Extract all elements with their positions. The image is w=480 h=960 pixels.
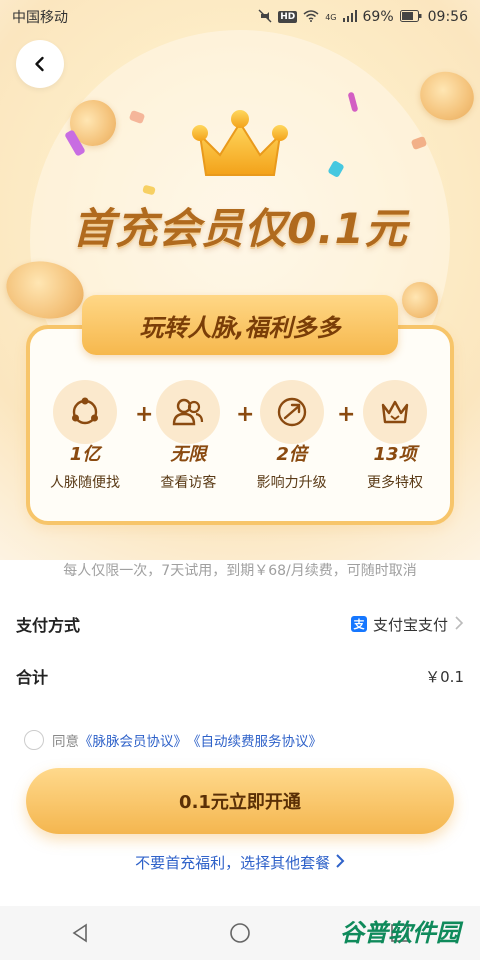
tagline-banner: 玩转人脉,福利多多	[82, 295, 398, 355]
back-button[interactable]	[16, 40, 64, 88]
benefit-item: 无限 查看访客	[143, 380, 233, 492]
network-type: 4G	[325, 12, 337, 22]
payment-method-row[interactable]: 支付方式 支 支付宝支付	[16, 612, 464, 636]
total-amount: ￥0.1	[425, 667, 464, 686]
battery-icon	[399, 9, 422, 25]
payment-method-value: 支付宝支付	[372, 615, 448, 634]
plus-icon: +	[135, 402, 154, 427]
agreement-prefix: 同意	[52, 734, 79, 750]
total-label: 合计	[16, 668, 49, 687]
benefit-label: 查看访客	[160, 475, 217, 491]
benefit-item: 2倍 影响力升级	[247, 380, 337, 492]
member-agreement-link[interactable]: 《脉脉会员协议》	[79, 730, 187, 750]
agreement-row: 同意 《脉脉会员协议》 《自动续费服务协议》	[24, 730, 322, 750]
payment-method-selector[interactable]: 支 支付宝支付	[350, 614, 464, 635]
crown-privilege-icon	[362, 380, 427, 444]
benefits-list: 1亿 人脉随便找 无限 查看访客 2倍 影响力升级 13项 更多特权	[40, 380, 440, 500]
nav-home-button[interactable]	[220, 913, 260, 953]
benefit-item: 1亿 人脉随便找	[40, 380, 130, 492]
benefit-label: 更多特权	[366, 475, 423, 491]
headline: 首充会员仅0.1元	[72, 204, 408, 253]
benefit-value: 无限	[170, 444, 207, 465]
trial-note: 每人仅限一次，7天试用，到期￥68/月续费，可随时取消	[63, 563, 417, 579]
payment-method-label: 支付方式	[16, 616, 81, 635]
watermark-logo: 谷普软件园	[330, 910, 470, 950]
wifi-icon	[303, 9, 319, 25]
do-not-disturb-icon	[258, 9, 272, 26]
agreement-checkbox[interactable]	[24, 730, 44, 750]
visitors-icon	[156, 380, 221, 444]
growth-icon	[259, 380, 324, 444]
plus-icon: +	[337, 402, 356, 427]
total-row: 合计 ￥0.1	[16, 664, 464, 688]
other-plans-label: 不要首充福利，选择其他套餐	[135, 854, 331, 872]
benefit-item: 13项 更多特权	[350, 380, 440, 492]
other-plans-link[interactable]: 不要首充福利，选择其他套餐	[0, 852, 480, 873]
chevron-left-icon	[35, 56, 44, 72]
coin-decoration	[414, 65, 480, 127]
battery-percent: 69%	[362, 9, 394, 25]
triangle-back-icon	[72, 923, 87, 943]
chevron-right-icon	[335, 853, 345, 872]
activate-button[interactable]: 0.1元立即开通	[26, 768, 454, 834]
crown-icon	[192, 110, 288, 176]
benefit-value: 1亿	[69, 444, 101, 465]
benefit-label: 影响力升级	[256, 475, 327, 491]
network-icon	[53, 380, 117, 444]
status-bar: 中国移动 HD 4G 69% 09:56	[0, 0, 480, 34]
benefit-value: 2倍	[276, 444, 307, 465]
benefit-label: 人脉随便找	[50, 475, 120, 491]
chevron-right-icon	[454, 615, 464, 634]
hd-icon: HD	[278, 11, 298, 23]
plus-icon: +	[236, 402, 255, 427]
auto-renew-agreement-link[interactable]: 《自动续费服务协议》	[187, 730, 322, 750]
circle-home-icon	[230, 923, 250, 943]
alipay-icon: 支	[350, 616, 367, 632]
status-icons: HD 4G 69% 09:56	[258, 9, 468, 26]
nav-back-button[interactable]	[60, 913, 100, 953]
watermark-text: 谷普软件园	[340, 918, 460, 947]
signal-icon	[342, 9, 357, 25]
benefit-value: 13项	[373, 444, 417, 465]
carrier-name: 中国移动	[12, 10, 68, 26]
clock: 09:56	[427, 9, 468, 25]
